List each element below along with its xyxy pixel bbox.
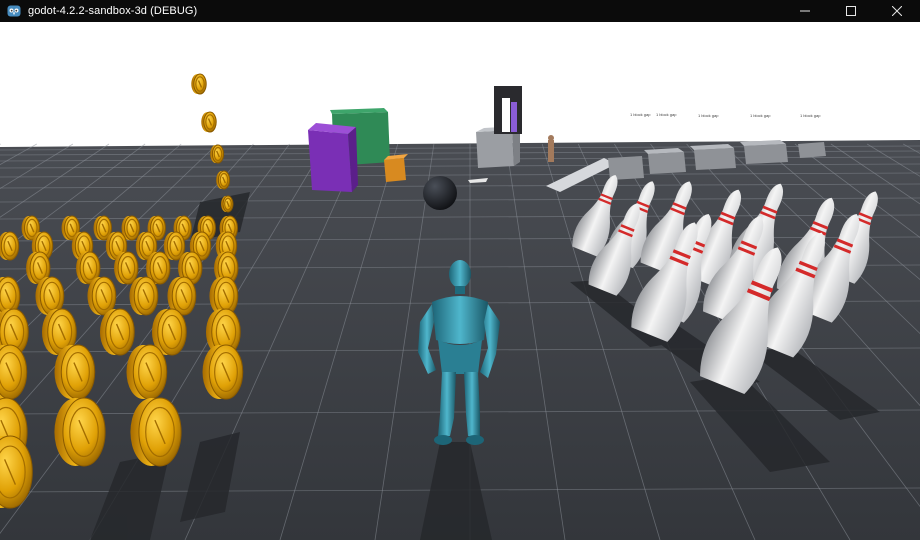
close-button[interactable]	[874, 0, 920, 22]
coin	[129, 276, 159, 316]
minimize-button[interactable]	[782, 0, 828, 22]
coin	[191, 73, 207, 95]
godot-app-icon	[7, 5, 21, 17]
coin	[202, 344, 244, 400]
window-controls	[782, 0, 920, 22]
sign-label: 1 block gap	[656, 112, 677, 117]
close-icon	[892, 6, 902, 16]
coin	[210, 144, 225, 164]
sign-label: 1 block gap	[698, 113, 719, 118]
coin	[54, 397, 106, 467]
sign-label: 1 block gap	[750, 113, 771, 118]
maximize-icon	[846, 6, 856, 16]
sign-label: 1 block gap	[800, 113, 821, 118]
sign-label: 1 block gap	[630, 112, 651, 117]
window-title: godot-4.2.2-sandbox-3d (DEBUG)	[28, 5, 198, 17]
minimize-icon	[800, 10, 810, 12]
game-viewport[interactable]: 1 block gap 1 block gap 1 block gap 1 bl…	[0, 22, 920, 540]
coin	[201, 111, 217, 133]
coin	[0, 231, 20, 261]
coin	[87, 276, 117, 316]
coin	[130, 397, 182, 467]
bowling-ball	[423, 176, 457, 210]
coin	[221, 195, 234, 213]
title-bar: godot-4.2.2-sandbox-3d (DEBUG)	[0, 0, 920, 22]
coin	[99, 308, 135, 356]
coin	[216, 170, 231, 190]
coin	[126, 344, 168, 400]
coin	[114, 251, 139, 285]
coin	[54, 344, 96, 400]
maximize-button[interactable]	[828, 0, 874, 22]
sky	[0, 22, 920, 147]
